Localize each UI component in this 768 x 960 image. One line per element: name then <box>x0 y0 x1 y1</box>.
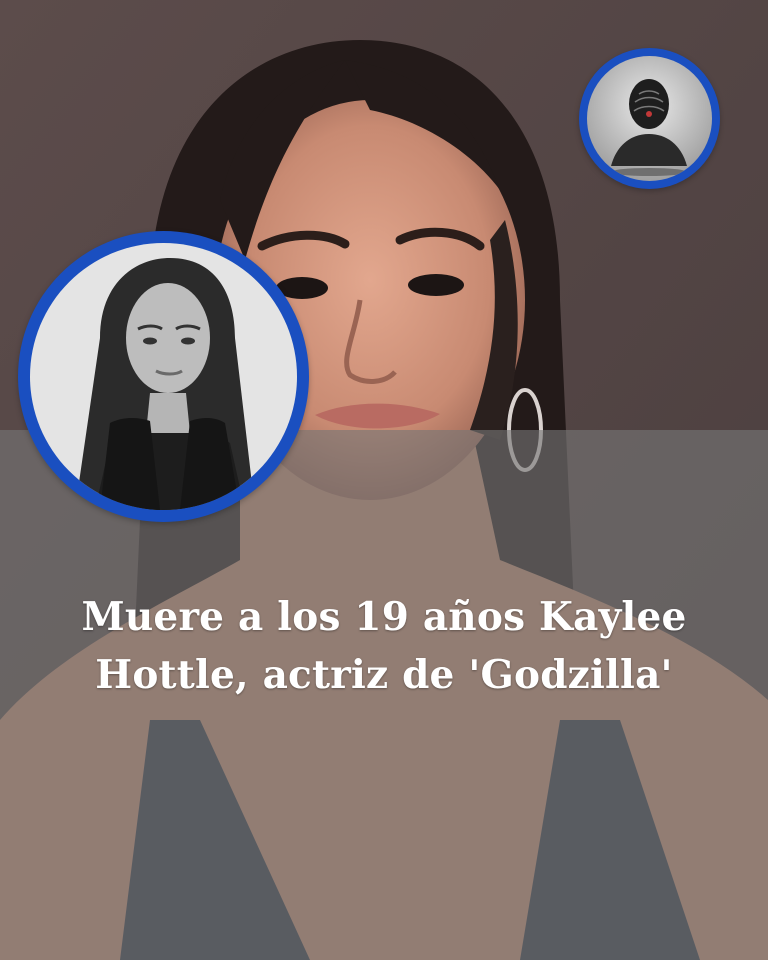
fingerprint-profile-icon <box>587 56 712 181</box>
bw-portrait-photo <box>30 243 297 510</box>
actress-portrait-avatar <box>18 231 309 522</box>
social-post-card: Muere a los 19 años Kaylee Hottle, actri… <box>0 0 768 960</box>
headline-line-1: Muere a los 19 años Kaylee <box>81 594 687 640</box>
fingerprint-avatar-badge <box>579 48 720 189</box>
headline: Muere a los 19 años Kaylee Hottle, actri… <box>34 588 734 704</box>
headline-line-2: Hottle, actriz de 'Godzilla' <box>95 652 673 698</box>
